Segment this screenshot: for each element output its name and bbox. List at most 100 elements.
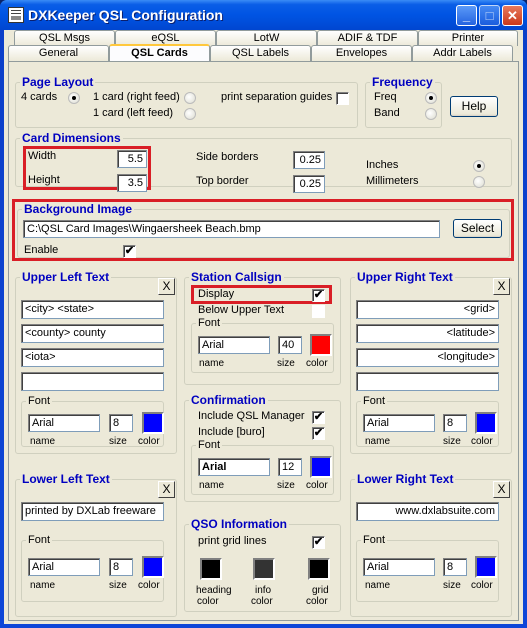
tab-lotw[interactable]: LotW (216, 30, 317, 46)
lower-right-font-name[interactable]: Arial (363, 558, 435, 576)
heading-color-swatch[interactable] (200, 558, 222, 580)
enable-label: Enable (24, 244, 59, 256)
tab-envelopes[interactable]: Envelopes (311, 45, 412, 61)
card-dimensions-title: Card Dimensions (22, 131, 121, 145)
station-callsign-title: Station Callsign (191, 270, 282, 284)
four-cards-radio[interactable] (68, 92, 80, 104)
upper-right-name-label: name (365, 436, 391, 447)
include-qsl-manager-checkbox[interactable]: ✔ (312, 411, 325, 424)
band-radio[interactable] (425, 108, 437, 120)
one-card-left-radio[interactable] (184, 108, 196, 120)
confirmation-color-label: color (306, 480, 328, 491)
lower-right-line-1[interactable]: www.dxlabsuite.com (356, 502, 499, 521)
grid-color-label: color (306, 596, 328, 607)
freq-label: Freq (374, 91, 397, 103)
upper-right-color-swatch[interactable] (475, 412, 497, 434)
upper-right-clear-button[interactable]: X (493, 278, 510, 295)
upper-left-font-name[interactable]: Arial (28, 414, 100, 432)
close-button[interactable]: ✕ (502, 5, 523, 26)
grid-color-swatch[interactable] (308, 558, 330, 580)
upper-left-line-4[interactable] (21, 372, 164, 391)
upper-left-line-3[interactable]: <iota> (21, 348, 164, 367)
upper-left-color-swatch[interactable] (142, 412, 164, 434)
separation-guides-label: print separation guides (221, 91, 333, 103)
print-grid-lines-checkbox[interactable]: ✔ (312, 536, 325, 549)
separation-guides-checkbox[interactable] (336, 92, 349, 105)
upper-left-size-label: size (109, 436, 127, 447)
callsign-font-size[interactable]: 40 (278, 336, 302, 354)
one-card-right-radio[interactable] (184, 92, 196, 104)
upper-left-line-2[interactable]: <county> county (21, 324, 164, 343)
minimize-button[interactable]: _ (456, 5, 477, 26)
millimeters-radio[interactable] (473, 176, 485, 188)
confirmation-font-name[interactable]: Arial (198, 458, 270, 476)
confirmation-name-label: name (199, 480, 225, 491)
upper-left-font-title: Font (28, 395, 51, 407)
side-borders-input[interactable]: 0.25 (293, 151, 325, 169)
tab-addr-labels[interactable]: Addr Labels (412, 45, 513, 61)
help-button[interactable]: Help (450, 96, 498, 117)
lower-left-size-label: size (109, 580, 127, 591)
upper-right-font-name[interactable]: Arial (363, 414, 435, 432)
tab-adif-tdf[interactable]: ADIF & TDF (317, 30, 418, 46)
client-area: QSL Msgs eQSL LotW ADIF & TDF Printer Ge… (4, 30, 523, 624)
lower-left-clear-button[interactable]: X (158, 481, 175, 498)
callsign-name-label: name (199, 358, 225, 369)
background-path-input[interactable]: C:\QSL Card Images\Wingaersheek Beach.bm… (23, 220, 440, 238)
frequency-title: Frequency (372, 75, 433, 89)
top-border-input[interactable]: 0.25 (293, 175, 325, 193)
width-input[interactable]: 5.5 (117, 150, 147, 168)
page-layout-title: Page Layout (22, 75, 94, 89)
lower-right-font-size[interactable]: 8 (443, 558, 467, 576)
info-label: info (255, 585, 272, 596)
title-bar[interactable]: DXKeeper QSL Configuration _ □ ✕ (0, 0, 527, 30)
lower-right-name-label: name (365, 580, 391, 591)
info-color-swatch[interactable] (253, 558, 275, 580)
upper-right-font-size[interactable]: 8 (443, 414, 467, 432)
upper-left-line-1[interactable]: <city> <state> (21, 300, 164, 319)
lower-left-font-size[interactable]: 8 (109, 558, 133, 576)
lower-right-clear-button[interactable]: X (493, 481, 510, 498)
upper-right-line-3[interactable]: <longitude> (356, 348, 499, 367)
enable-checkbox[interactable]: ✔ (123, 245, 136, 258)
maximize-button[interactable]: □ (479, 5, 500, 26)
upper-right-font-title: Font (363, 395, 386, 407)
tab-general[interactable]: General (8, 45, 109, 61)
lower-left-color-swatch[interactable] (142, 556, 164, 578)
callsign-font-name[interactable]: Arial (198, 336, 270, 354)
upper-right-line-2[interactable]: <latitude> (356, 324, 499, 343)
lower-left-line-1[interactable]: printed by DXLab freeware (21, 502, 164, 521)
grid-label: grid (312, 585, 329, 596)
height-input[interactable]: 3.5 (117, 174, 147, 192)
tab-row-2: General QSL Cards QSL Labels Envelopes A… (8, 44, 513, 62)
lower-left-font-name[interactable]: Arial (28, 558, 100, 576)
include-qsl-manager-label: Include QSL Manager (198, 410, 305, 422)
tab-qsl-cards[interactable]: QSL Cards (109, 44, 210, 62)
tab-qsl-labels[interactable]: QSL Labels (210, 45, 311, 61)
upper-right-title: Upper Right Text (357, 270, 453, 284)
tab-printer[interactable]: Printer (418, 30, 518, 46)
lower-right-color-swatch[interactable] (475, 556, 497, 578)
lower-left-title: Lower Left Text (22, 472, 110, 486)
upper-left-clear-button[interactable]: X (158, 278, 175, 295)
upper-left-title: Upper Left Text (22, 270, 110, 284)
freq-radio[interactable] (425, 92, 437, 104)
confirmation-font-title: Font (198, 439, 221, 451)
inches-radio[interactable] (473, 160, 485, 172)
callsign-color-label: color (306, 358, 328, 369)
upper-right-line-4[interactable] (356, 372, 499, 391)
upper-right-line-1[interactable]: <grid> (356, 300, 499, 319)
upper-left-font-size[interactable]: 8 (109, 414, 133, 432)
lower-left-color-label: color (138, 580, 160, 591)
select-button[interactable]: Select (453, 219, 502, 238)
confirmation-color-swatch[interactable] (310, 456, 332, 478)
confirmation-font-size[interactable]: 12 (278, 458, 302, 476)
top-border-label: Top border (196, 175, 249, 187)
display-checkbox[interactable]: ✔ (312, 289, 325, 302)
qsl-cards-panel: Page Layout 4 cards 1 card (right feed) … (8, 61, 519, 621)
tab-qsl-msgs[interactable]: QSL Msgs (14, 30, 115, 46)
tab-row-1: QSL Msgs eQSL LotW ADIF & TDF Printer (14, 30, 518, 46)
upper-left-name-label: name (30, 436, 56, 447)
confirmation-size-label: size (277, 480, 295, 491)
callsign-color-swatch[interactable] (310, 334, 332, 356)
